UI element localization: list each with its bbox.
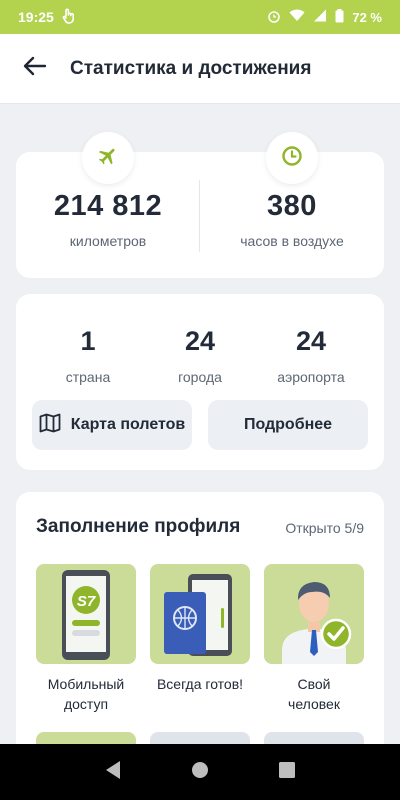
phone-illustration: S7 <box>62 570 110 660</box>
hours-value: 380 <box>267 190 317 222</box>
status-bar: 19:25 72 % <box>0 0 400 34</box>
nav-back-icon[interactable] <box>104 760 122 785</box>
geography-card: 1 страна 24 города 24 аэропорта Карта по… <box>16 294 384 470</box>
distance-value: 214 812 <box>53 190 163 222</box>
label-line: Мобильный <box>47 676 125 692</box>
nav-recents-icon[interactable] <box>278 761 296 784</box>
alarm-icon <box>267 9 281 26</box>
achievement-tile-next[interactable] <box>150 732 250 744</box>
page-title: Статистика и достижения <box>70 57 312 79</box>
flight-map-label: Карта полетов <box>70 416 186 433</box>
profile-title: Заполнение профиля <box>36 516 241 537</box>
label-line: человек <box>288 696 340 712</box>
signal-icon <box>313 9 327 25</box>
back-arrow-icon <box>23 56 47 81</box>
passport-illustration <box>164 574 232 656</box>
status-icons: 72 % <box>267 8 382 26</box>
app-bar: Статистика и достижения <box>0 34 400 104</box>
plane-icon <box>97 145 119 172</box>
label-line: Всегда готов! <box>156 676 244 692</box>
cities-label: города <box>178 369 222 385</box>
profile-progress: Открыто 5/9 <box>285 520 364 536</box>
airports-stat: 24 аэропорта <box>250 326 372 385</box>
achievement-label-mobile: Мобильный доступ <box>34 674 138 714</box>
distance-label: километров <box>69 233 147 249</box>
achievement-tile-next[interactable] <box>264 732 364 744</box>
achievement-own-person[interactable] <box>264 564 364 664</box>
wifi-icon <box>289 9 305 25</box>
airports-label: аэропорта <box>277 369 345 385</box>
back-button[interactable] <box>0 34 70 104</box>
plane-badge <box>82 132 134 184</box>
battery-level: 72 % <box>352 9 382 25</box>
countries-value: 1 <box>80 326 96 356</box>
cities-stat: 24 города <box>139 326 261 385</box>
achievement-tile-next[interactable] <box>36 732 136 744</box>
person-illustration <box>282 582 352 664</box>
countries-label: страна <box>65 369 111 385</box>
flight-summary-card: 214 812 километров 380 часов в воздухе <box>16 152 384 278</box>
label-line: Свой <box>297 676 331 692</box>
label-line: доступ <box>63 696 109 712</box>
system-nav-bar <box>0 744 400 800</box>
achievement-always-ready[interactable] <box>150 564 250 664</box>
profile-completion-card: Заполнение профиля Открыто 5/9 S7 Мобиль… <box>16 492 384 744</box>
badge-text: S7 <box>77 593 96 610</box>
hand-icon <box>62 8 76 27</box>
clock-icon <box>281 145 303 172</box>
status-time: 19:25 <box>18 9 54 25</box>
flight-map-button[interactable]: Карта полетов <box>32 400 192 450</box>
map-icon <box>39 413 61 438</box>
cities-value: 24 <box>184 326 216 356</box>
details-button[interactable]: Подробнее <box>208 400 368 450</box>
details-label: Подробнее <box>243 416 333 433</box>
countries-stat: 1 страна <box>27 326 149 385</box>
nav-home-icon[interactable] <box>191 761 209 784</box>
battery-icon <box>335 8 344 26</box>
achievement-label-ready: Всегда готов! <box>148 674 252 694</box>
achievement-label-person: Свой человек <box>262 674 366 714</box>
clock-badge <box>266 132 318 184</box>
achievement-mobile-access[interactable]: S7 <box>36 564 136 664</box>
hours-label: часов в воздухе <box>240 233 344 249</box>
airports-value: 24 <box>295 326 327 356</box>
content[interactable]: 214 812 километров 380 часов в воздухе 1… <box>0 104 400 744</box>
